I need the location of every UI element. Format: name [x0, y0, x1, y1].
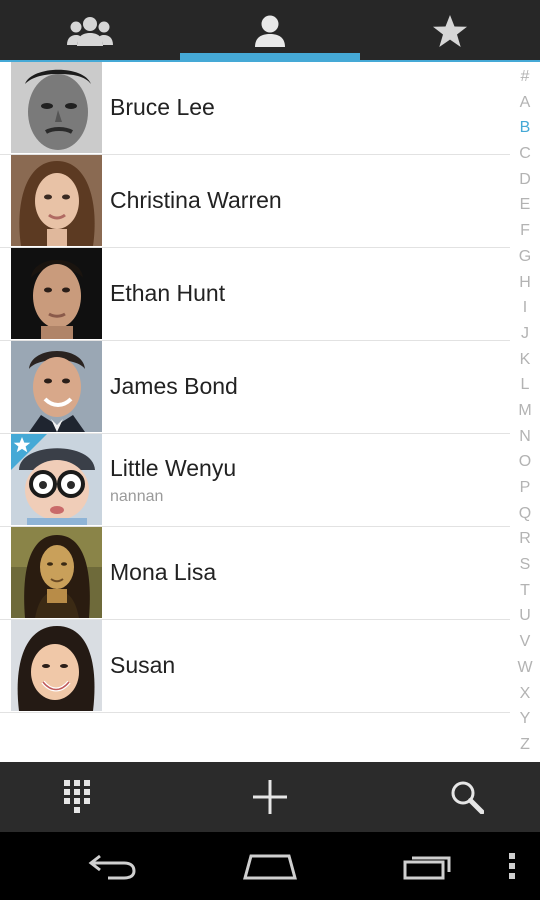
index-letter[interactable]: U	[519, 607, 531, 625]
overflow-menu-button[interactable]	[496, 832, 528, 900]
contact-row[interactable]: Susan	[0, 620, 510, 713]
dialpad-button[interactable]	[0, 762, 180, 832]
index-letter[interactable]: Q	[519, 505, 531, 523]
contact-name: Ethan Hunt	[110, 280, 226, 306]
index-letter[interactable]: R	[519, 530, 531, 548]
index-letter[interactable]: I	[523, 299, 527, 317]
index-letter[interactable]: D	[519, 171, 531, 189]
index-letter[interactable]: O	[519, 453, 531, 471]
index-letter[interactable]: L	[521, 376, 530, 394]
system-navigation-bar	[0, 832, 540, 900]
contact-nickname: nannan	[110, 488, 164, 505]
tab-groups[interactable]	[0, 0, 180, 62]
star-icon	[433, 15, 467, 47]
contact-avatar[interactable]	[11, 527, 102, 618]
index-letter[interactable]: G	[519, 248, 531, 266]
dialpad-icon	[64, 780, 90, 813]
index-letter[interactable]: Y	[520, 710, 531, 728]
search-icon	[451, 781, 484, 814]
contact-name: Mona Lisa	[110, 559, 217, 585]
contact-row[interactable]: James Bond	[0, 341, 510, 434]
selected-tab-indicator	[180, 53, 360, 60]
contact-name: Christina Warren	[110, 187, 282, 213]
contact-name: Bruce Lee	[110, 94, 215, 120]
back-icon	[88, 854, 136, 880]
contact-row[interactable]: Ethan Hunt	[0, 248, 510, 341]
index-letter[interactable]: A	[520, 94, 531, 112]
add-icon	[253, 780, 287, 814]
contact-row[interactable]: Bruce Lee	[0, 62, 510, 155]
bottom-action-bar	[0, 762, 540, 832]
index-letter[interactable]: E	[520, 196, 531, 214]
index-letter[interactable]: F	[520, 222, 530, 240]
index-letter[interactable]: K	[520, 351, 531, 369]
index-letter[interactable]: V	[520, 633, 531, 651]
contact-avatar[interactable]	[11, 62, 102, 153]
contact-name: Little Wenyu	[110, 455, 237, 481]
index-letter[interactable]: J	[521, 325, 529, 343]
top-tab-bar	[0, 0, 540, 62]
contact-avatar[interactable]	[11, 341, 102, 432]
contact-row[interactable]: Mona Lisa	[0, 527, 510, 620]
home-button[interactable]	[220, 832, 320, 900]
index-letter[interactable]: Z	[520, 736, 530, 754]
index-letter[interactable]: #	[521, 68, 530, 86]
contact-name: Susan	[110, 652, 176, 678]
home-icon	[243, 854, 297, 880]
contact-avatar[interactable]	[11, 620, 102, 711]
person-icon	[255, 15, 285, 47]
menu-icon	[509, 853, 515, 879]
groups-icon	[67, 17, 113, 46]
index-letter[interactable]: W	[517, 659, 532, 677]
back-button[interactable]	[62, 832, 162, 900]
index-letter[interactable]: N	[519, 428, 531, 446]
index-letter[interactable]: C	[519, 145, 531, 163]
index-letter[interactable]: S	[520, 556, 531, 574]
contact-avatar[interactable]	[11, 155, 102, 246]
index-letter[interactable]: B	[520, 119, 531, 137]
index-letter[interactable]: X	[520, 685, 531, 703]
index-letter[interactable]: H	[519, 274, 531, 292]
add-contact-button[interactable]	[180, 762, 360, 832]
contact-list[interactable]: Bruce Lee Christina Warren Ethan Hunt Ja…	[0, 62, 510, 713]
contact-avatar[interactable]	[11, 248, 102, 339]
search-button[interactable]	[360, 762, 540, 832]
contact-avatar[interactable]	[11, 434, 102, 525]
contact-name: James Bond	[110, 373, 238, 399]
index-letter[interactable]: P	[520, 479, 531, 497]
favorite-star-icon	[11, 434, 47, 470]
tab-favorites[interactable]	[360, 0, 540, 62]
index-letter[interactable]: M	[518, 402, 531, 420]
contact-row[interactable]: Little Wenyu nannan	[0, 434, 510, 527]
recent-apps-button[interactable]	[378, 832, 478, 900]
recent-apps-icon	[403, 856, 451, 880]
contact-row[interactable]: Christina Warren	[0, 155, 510, 248]
alphabet-index[interactable]: # A B C D E F G H I J K L M N O P Q R S T U V W X Y Z	[510, 68, 540, 754]
index-letter[interactable]: T	[520, 582, 530, 600]
